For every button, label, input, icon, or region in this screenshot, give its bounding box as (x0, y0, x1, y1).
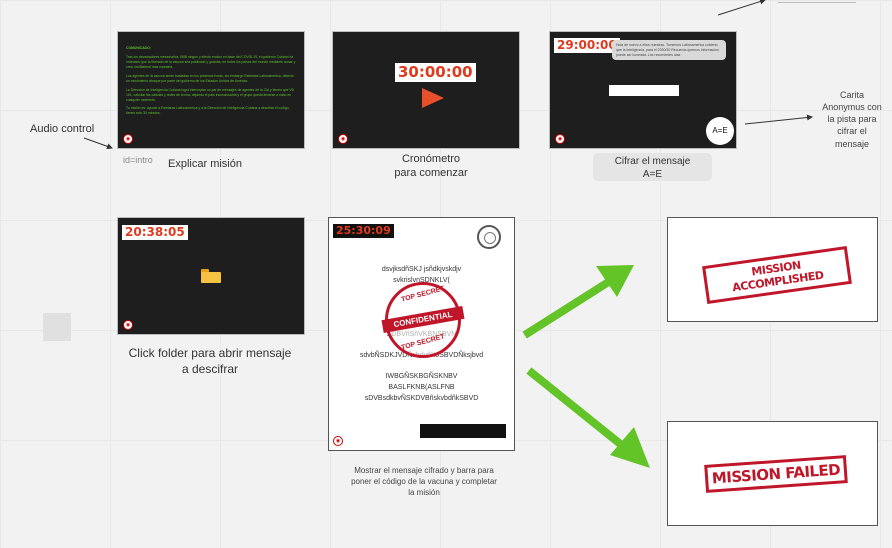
confidential-stamp-icon: TOP SECRET CONFIDENTIAL TOP SECRET (381, 282, 465, 358)
mission-failed-stamp: MISSION FAILED (704, 455, 848, 493)
click-folder-label: Click folder para abrir mensaje a descif… (128, 346, 292, 376)
intro-text: COMUNICADO: Tras los devastadores meses/… (126, 46, 298, 120)
intro-paragraph-1: Tras los devastadores meses/años 1988 ni… (126, 54, 296, 69)
audio-control-label: Audio control (30, 123, 95, 135)
cipher-line: sDVBsdkbvÑSKDVBñskvbdñkSBVD (364, 395, 479, 402)
cipher-line: BASLFKNB(ASLFNB (388, 384, 455, 391)
logo-icon: ◉ (555, 134, 565, 144)
message-timer: 25:30:09 (333, 224, 394, 239)
stopwatch-card[interactable]: 30:00:00 ◉ (332, 31, 520, 149)
stopwatch-label: Cronómetro para comenzar (394, 153, 468, 180)
intro-paragraph-4: Tu misión es: ayudar a Estelaras Latinoa… (126, 106, 290, 116)
logo-icon: ◉ (123, 320, 133, 330)
intro-paragraph-3: La Dirección de Inteligencia Cubana logr… (126, 87, 295, 102)
cipher-message-label: Cifrar el mensaje A=E (614, 156, 691, 180)
anonymous-card-label: Carita Anonymus con la pista para cifrar… (822, 90, 882, 149)
intro-card[interactable]: COMUNICADO: Tras los devastadores meses/… (117, 31, 305, 149)
stamp-mid-text: CONFIDENTIAL (381, 305, 465, 334)
anonymous-face-icon[interactable]: A=E (706, 117, 734, 145)
mission-failed-card[interactable]: MISSION FAILED (667, 421, 878, 526)
vaccine-code-input[interactable] (420, 424, 506, 438)
cipher-line: IWBGÑSKBGÑSKNBV (385, 373, 458, 380)
mission-accomplished-card[interactable]: MISSION ACCOMPLISHED (667, 217, 878, 322)
placeholder-square (43, 313, 71, 341)
message-card[interactable]: 25:30:09 dsvjksdñSKJ jsñdkjvskdjv svkris… (328, 217, 515, 451)
folder-card[interactable]: 20:38:05 ◉ (117, 217, 305, 335)
show-message-label: Mostrar el mensaje cifrado y barra para … (351, 466, 497, 497)
folder-timer: 20:38:05 (122, 225, 188, 241)
cipher-bubble: Hola de nuevo a ellos nuestras. Tomemos … (612, 40, 726, 60)
cipher-line: dsvjksdñSKJ jsñdkjvskdjv (381, 266, 462, 273)
folder-icon[interactable] (201, 269, 221, 283)
play-icon[interactable] (422, 88, 444, 108)
stamp-top-text: TOP SECRET (400, 285, 446, 304)
stamp-bottom-text: TOP SECRET (400, 333, 446, 352)
mission-accomplished-stamp: MISSION ACCOMPLISHED (702, 246, 852, 304)
intro-title: COMUNICADO: (126, 46, 151, 50)
cipher-input-bar[interactable] (609, 85, 679, 96)
id-intro-label: id=intro (123, 155, 153, 165)
cipher-timer: 29:00:00 (554, 38, 620, 54)
logo-icon: ◉ (338, 134, 348, 144)
seal-icon (477, 225, 501, 249)
logo-icon: ◉ (333, 436, 343, 446)
cipher-card[interactable]: 29:00:00 Hola de nuevo a ellos nuestras.… (549, 31, 737, 149)
explain-mission-label: Explicar misión (168, 158, 242, 170)
logo-icon: ◉ (123, 134, 133, 144)
stopwatch-timer: 30:00:00 (395, 63, 476, 82)
canvas-edge-line (778, 2, 856, 3)
intro-paragraph-2: Los agentes de la vacuna serán trasladas… (126, 73, 294, 83)
